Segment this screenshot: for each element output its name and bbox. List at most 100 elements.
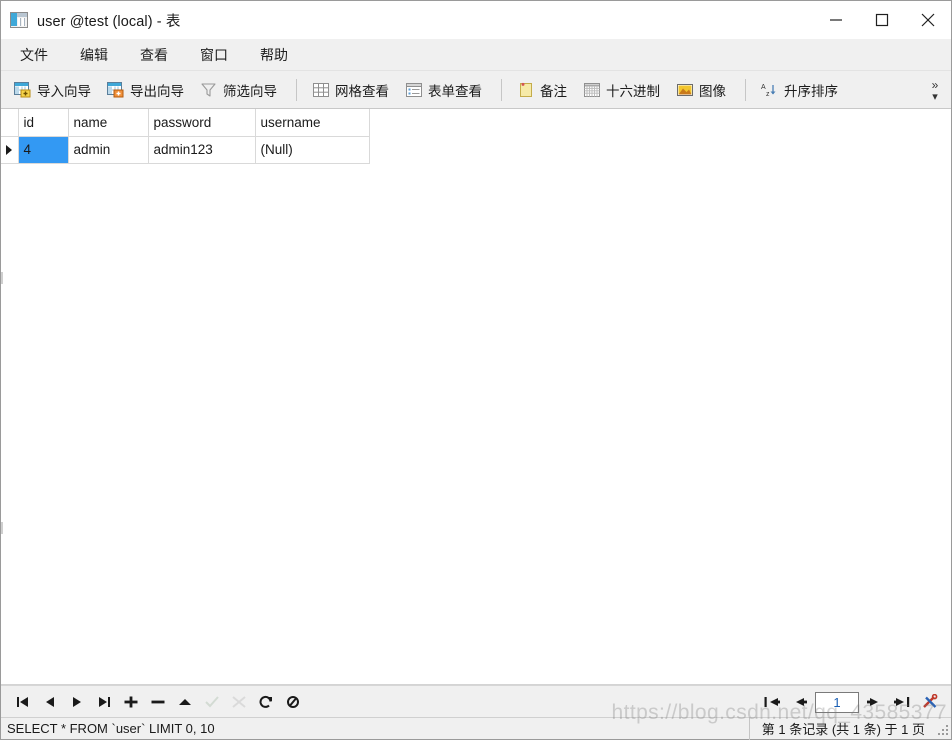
column-header-id[interactable]: id (18, 109, 69, 137)
menu-bar: 文件 编辑 查看 窗口 帮助 (1, 39, 951, 71)
menu-item-help[interactable]: 帮助 (247, 41, 301, 69)
grid-view-label: 网格查看 (335, 83, 389, 99)
window-controls (813, 1, 951, 39)
menu-item-edit[interactable]: 编辑 (67, 41, 121, 69)
import-wizard-icon (14, 81, 32, 98)
first-record-icon (16, 696, 28, 707)
row-indicator-header (1, 109, 19, 137)
import-wizard-label: 导入向导 (37, 83, 91, 99)
previous-record-icon (45, 696, 54, 707)
note-icon (517, 82, 535, 98)
toolbar-overflow-label: » (931, 78, 939, 92)
grid-view-button[interactable]: 网格查看 (306, 77, 395, 103)
sql-statement-text: SELECT * FROM `user` LIMIT 0, 10 (7, 721, 215, 736)
page-number-input[interactable] (815, 691, 859, 713)
cell-name[interactable]: admin (68, 136, 149, 164)
menu-item-window[interactable]: 窗口 (187, 41, 241, 69)
first-page-icon (764, 697, 780, 707)
chevron-down-icon: ▾ (932, 91, 938, 103)
menu-item-file[interactable]: 文件 (7, 41, 61, 69)
column-header-password[interactable]: password (148, 109, 256, 137)
first-page-button[interactable] (759, 690, 785, 714)
filter-funnel-icon (200, 82, 218, 98)
refresh-button[interactable] (252, 690, 279, 714)
checkmark-icon (204, 695, 219, 707)
maximize-button[interactable] (859, 1, 905, 39)
record-count-label: 第 1 条记录 (共 1 条) 于 1 页 (761, 722, 925, 737)
sort-ascending-button[interactable]: A z 升序排序 (755, 77, 844, 103)
cell-id[interactable]: 4 (18, 136, 69, 164)
svg-text:z: z (766, 91, 770, 98)
add-record-button[interactable] (117, 690, 144, 714)
previous-page-button[interactable] (787, 690, 813, 714)
next-page-button[interactable] (861, 690, 887, 714)
hex-label: 十六进制 (606, 83, 660, 99)
table-icon (10, 12, 28, 28)
set-null-button[interactable] (279, 690, 306, 714)
cancel-x-icon (231, 695, 246, 708)
image-button[interactable]: 图像 (670, 77, 732, 103)
scroll-rail-mark (1, 272, 3, 284)
previous-page-icon (796, 698, 807, 706)
hex-icon (583, 82, 601, 98)
export-wizard-icon (107, 81, 125, 98)
resize-grip-icon[interactable] (935, 722, 949, 736)
next-page-icon (867, 698, 878, 706)
toolbar-overflow-button[interactable]: » ▾ (923, 71, 947, 109)
minus-icon (151, 700, 164, 703)
data-grid[interactable]: id name password username 4 admin admin1… (1, 109, 370, 164)
title-bar: user @test (local) - 表 (1, 1, 951, 39)
column-header-name[interactable]: name (68, 109, 149, 137)
import-wizard-button[interactable]: 导入向导 (8, 77, 97, 103)
data-grid-area[interactable]: id name password username 4 admin admin1… (1, 109, 951, 685)
page-navigation (759, 686, 943, 718)
confirm-button (198, 690, 225, 714)
status-bar: SELECT * FROM `user` LIMIT 0, 10 第 1 条记录… (1, 717, 951, 740)
cancel-button (225, 690, 252, 714)
last-record-button[interactable] (90, 690, 117, 714)
table-header-row: id name password username (1, 109, 370, 137)
toolbar-separator (296, 78, 297, 101)
grid-view-icon (312, 82, 330, 98)
plus-icon (124, 696, 137, 707)
previous-record-button[interactable] (36, 690, 63, 714)
cell-username[interactable]: (Null) (255, 136, 370, 164)
triangle-up-icon (178, 698, 191, 705)
filter-wizard-label: 筛选向导 (223, 83, 277, 99)
first-record-button[interactable] (9, 690, 36, 714)
form-view-label: 表单查看 (428, 83, 482, 99)
form-view-button[interactable]: 表单查看 (399, 77, 488, 103)
last-record-icon (98, 696, 110, 707)
svg-text:A: A (761, 84, 766, 91)
record-count-status: 第 1 条记录 (共 1 条) 于 1 页 (748, 717, 935, 740)
delete-record-button[interactable] (144, 690, 171, 714)
cell-password[interactable]: admin123 (148, 136, 256, 164)
current-row-caret-icon (6, 144, 13, 155)
export-wizard-label: 导出向导 (130, 83, 184, 99)
toolbar: 导入向导 导出向导 筛选向导 网格查看 表单查看 备注 十六进制 图像 A z … (1, 71, 951, 109)
sort-ascending-icon: A z (761, 82, 779, 98)
menu-item-view[interactable]: 查看 (127, 41, 181, 69)
row-indicator-current (1, 136, 19, 164)
nav icat-table-window: user @test (local) - 表 文件 编辑 查看 窗口 帮助 导入… (0, 0, 952, 740)
sort-ascending-label: 升序排序 (784, 83, 838, 99)
next-record-button[interactable] (63, 690, 90, 714)
note-button[interactable]: 备注 (511, 77, 573, 103)
toolbar-separator (501, 78, 502, 101)
close-button[interactable] (905, 1, 951, 39)
hex-button[interactable]: 十六进制 (577, 77, 666, 103)
refresh-icon (259, 695, 272, 708)
apply-change-button[interactable] (171, 690, 198, 714)
tools-button[interactable] (917, 690, 943, 714)
minimize-button[interactable] (813, 1, 859, 39)
table-row[interactable]: 4 admin admin123 (Null) (1, 136, 370, 164)
next-record-icon (72, 696, 81, 707)
tools-icon (923, 694, 938, 708)
filter-wizard-button[interactable]: 筛选向导 (194, 77, 283, 103)
null-slash-icon (286, 695, 299, 708)
last-page-button[interactable] (889, 690, 915, 714)
export-wizard-button[interactable]: 导出向导 (101, 77, 190, 103)
column-header-username[interactable]: username (255, 109, 370, 137)
record-navigation-bar (1, 685, 951, 717)
scroll-rail-mark (1, 522, 3, 534)
